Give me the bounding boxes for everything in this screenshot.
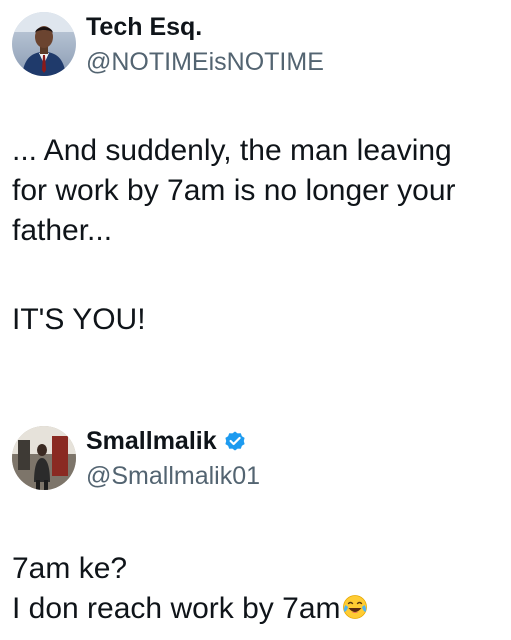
- tweet1-display-name-text[interactable]: Tech Esq.: [86, 12, 202, 42]
- tweet1-names: Tech Esq. @NOTIMEisNOTIME: [86, 12, 324, 77]
- tweet1-header: Tech Esq. @NOTIMEisNOTIME: [12, 12, 324, 77]
- tweet1-emphasis-text: IT'S YOU!: [12, 303, 146, 336]
- person-avatar-icon: [12, 426, 76, 490]
- person-avatar-icon: [12, 12, 76, 76]
- tweet1-text: ... And suddenly, the man leaving for wo…: [12, 134, 456, 247]
- tweet2-text-line2: I don reach work by 7am: [12, 592, 341, 625]
- tweet2-text: 7am ke? I don reach work by 7am: [12, 549, 492, 629]
- tweet1-handle[interactable]: @NOTIMEisNOTIME: [86, 47, 324, 77]
- tweet2-handle[interactable]: @Smallmalik01: [86, 461, 260, 491]
- tweet2-display-name-text[interactable]: Smallmalik: [86, 426, 217, 456]
- tweet2-names: Smallmalik @Smallmalik01: [86, 426, 260, 491]
- tweet1-display-name[interactable]: Tech Esq.: [86, 12, 324, 42]
- tweet1-avatar[interactable]: [12, 12, 76, 76]
- tears-of-joy-emoji-icon: [342, 595, 367, 619]
- tweet2-display-name[interactable]: Smallmalik: [86, 426, 260, 456]
- tweet2-avatar[interactable]: [12, 426, 76, 490]
- tweet2-text-line2-row: I don reach work by 7am: [12, 589, 492, 629]
- tweet2-header: Smallmalik @Smallmalik01: [12, 426, 260, 491]
- verified-badge-icon: [225, 431, 245, 451]
- tweet2-text-line1: 7am ke?: [12, 552, 128, 585]
- tweet-screenshot: Tech Esq. @NOTIMEisNOTIME ... And sudden…: [0, 0, 511, 640]
